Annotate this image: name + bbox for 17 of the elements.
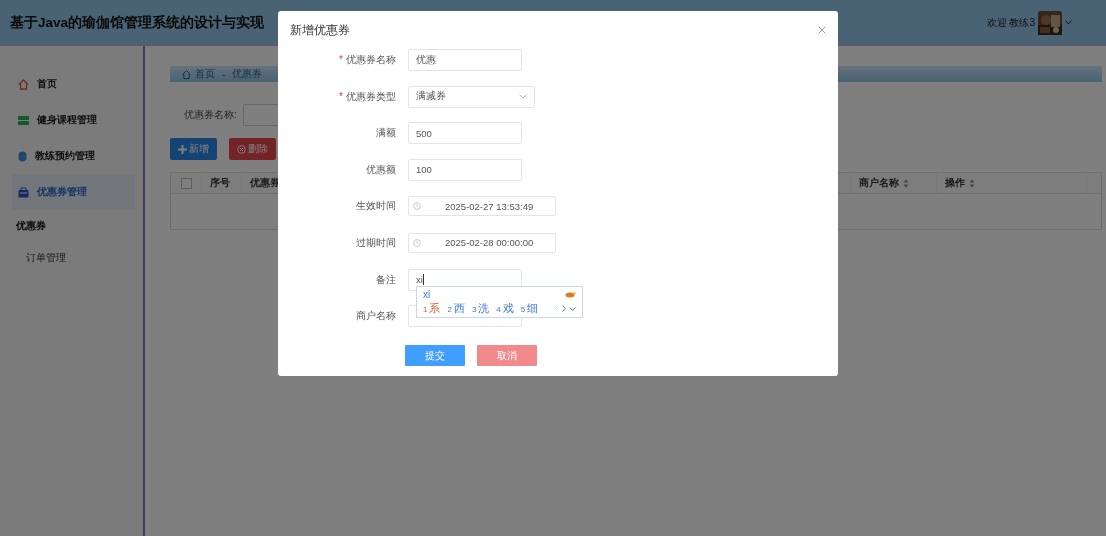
column-header: 序号 xyxy=(202,173,242,193)
field-label: 生效时间 xyxy=(356,200,396,212)
app-title: 基于Java的瑜伽馆管理系统的设计与实现 xyxy=(10,13,265,32)
welcome-text: 欢迎 教练3 xyxy=(986,15,1035,30)
required-mark: * xyxy=(339,54,343,65)
field-label: 商户名称 xyxy=(356,310,396,322)
field-label: 优惠券类型 xyxy=(346,90,396,102)
field-label: 备注 xyxy=(376,273,396,285)
dialog-title: 新增优惠券 xyxy=(290,21,350,39)
ime-composition: xi xyxy=(423,289,431,300)
field-label: 优惠额 xyxy=(366,163,396,175)
field-label: 过期时间 xyxy=(356,236,396,248)
breadcrumb-separator: - xyxy=(222,68,226,80)
required-mark: * xyxy=(339,90,343,102)
field-label: 满额 xyxy=(376,127,396,139)
search-label: 优惠券名称: xyxy=(184,108,237,122)
field-label: 优惠券名称 xyxy=(346,54,396,65)
